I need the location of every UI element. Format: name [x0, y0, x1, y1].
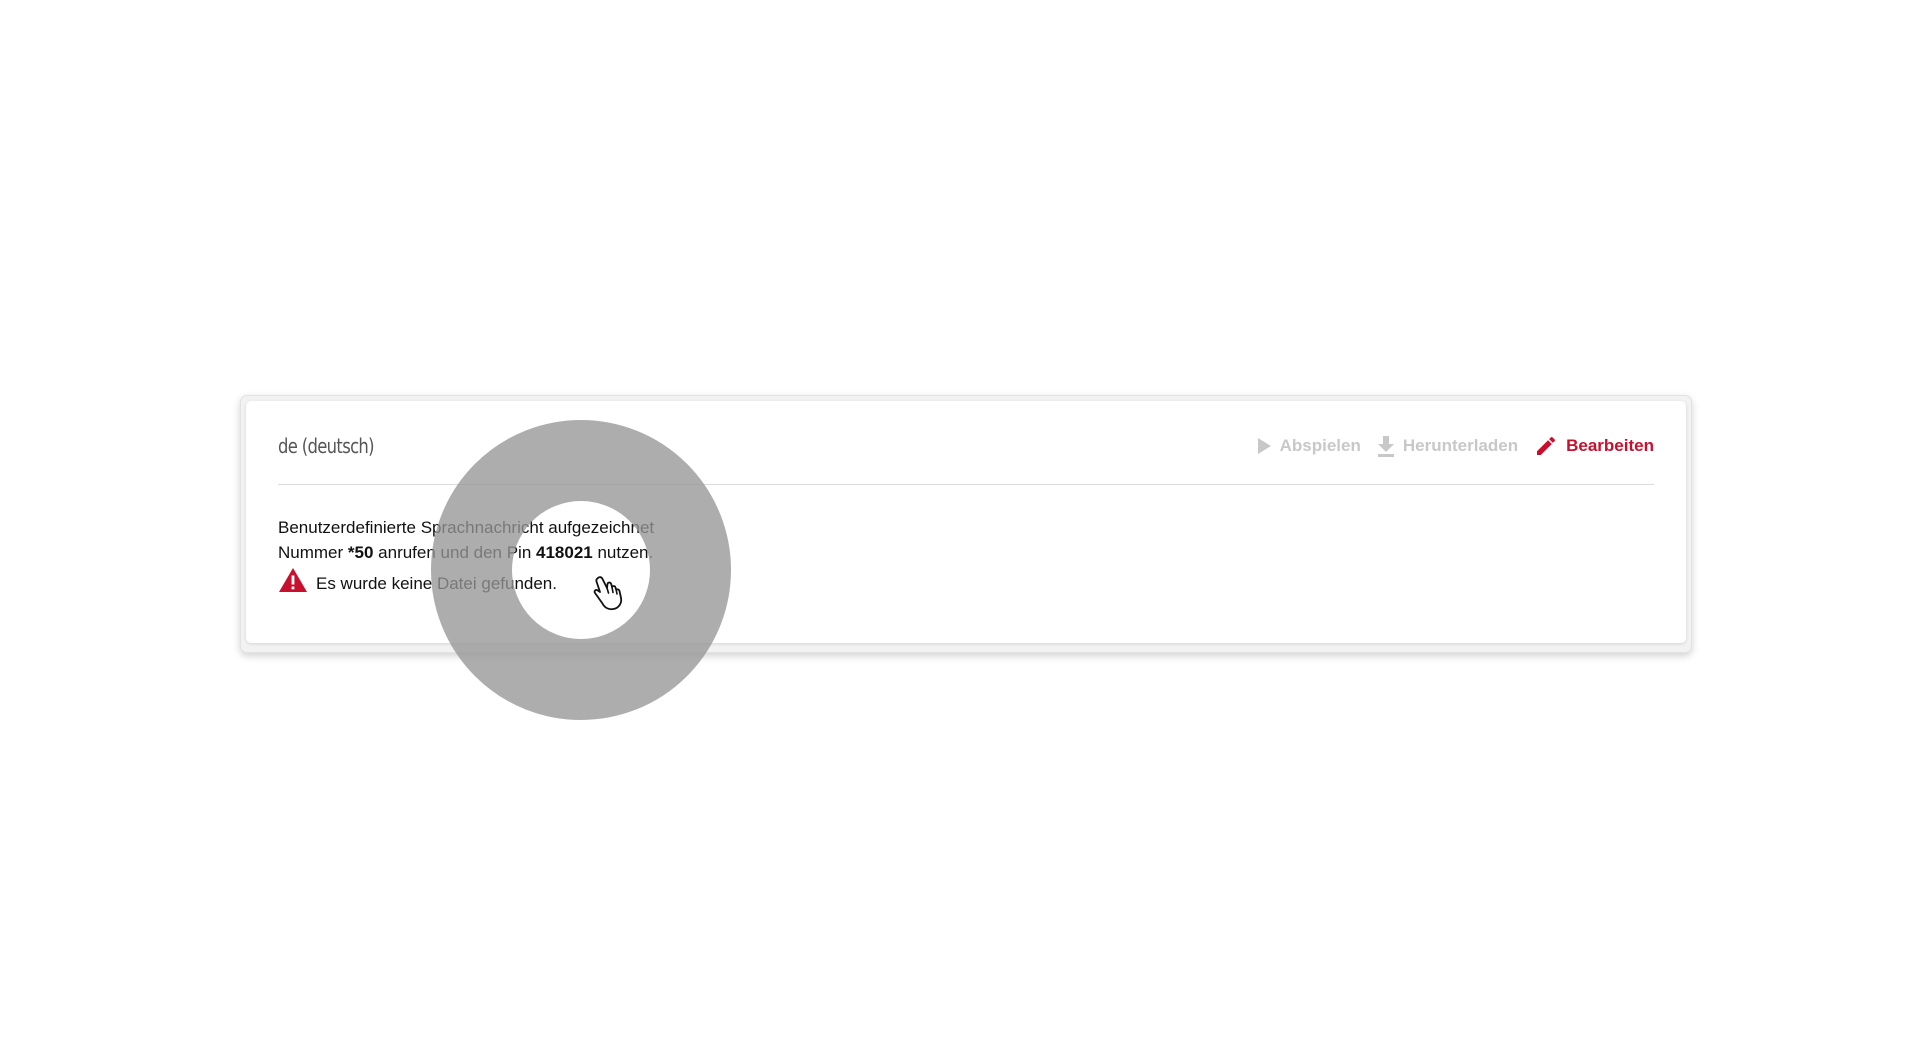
dial-pin: 418021	[536, 543, 593, 562]
card-header: de (deutsch) Abspielen Herunterladen Bea…	[278, 401, 1654, 485]
dial-middle: anrufen und den Pin	[373, 543, 537, 562]
play-button[interactable]: Abspielen	[1256, 436, 1361, 456]
edit-button[interactable]: Bearbeiten	[1534, 434, 1654, 458]
dial-instructions: Nummer *50 anrufen und den Pin 418021 nu…	[278, 540, 654, 565]
file-warning: Es wurde keine Datei gefunden.	[278, 567, 654, 600]
warning-text: Es wurde keine Datei gefunden.	[316, 574, 557, 593]
page: de (deutsch) Abspielen Herunterladen Bea…	[0, 0, 1920, 1040]
dial-suffix: nutzen.	[592, 543, 654, 562]
download-button[interactable]: Herunterladen	[1377, 435, 1518, 457]
action-bar: Abspielen Herunterladen Bearbeiten	[1256, 428, 1654, 458]
dial-number: *50	[347, 543, 374, 562]
download-label: Herunterladen	[1402, 435, 1519, 455]
language-card-frame: de (deutsch) Abspielen Herunterladen Bea…	[240, 395, 1692, 653]
language-card: de (deutsch) Abspielen Herunterladen Bea…	[246, 401, 1686, 643]
language-title: de (deutsch)	[278, 433, 375, 458]
pencil-icon	[1534, 434, 1558, 458]
card-body: Benutzerdefinierte Sprachnachricht aufge…	[278, 515, 654, 600]
edit-label: Bearbeiten	[1566, 435, 1654, 455]
dial-prefix: Nummer	[278, 543, 348, 562]
recording-status-text: Benutzerdefinierte Sprachnachricht aufge…	[278, 518, 655, 537]
play-label: Abspielen	[1279, 435, 1361, 455]
warning-triangle-icon	[278, 567, 308, 600]
play-icon	[1256, 437, 1272, 455]
download-icon	[1377, 435, 1395, 457]
